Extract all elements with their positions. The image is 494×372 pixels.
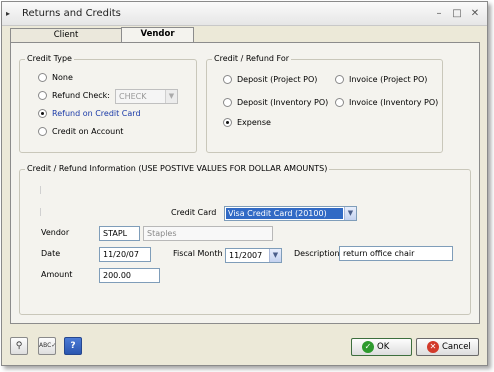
- credit-card-value: Visa Credit Card (20100): [226, 208, 343, 219]
- help-icon[interactable]: ?: [64, 337, 82, 355]
- chevron-down-icon: ▼: [269, 249, 281, 262]
- cancel-button-label: Cancel: [442, 342, 471, 352]
- radio-deposit-inventory-po[interactable]: [223, 98, 232, 107]
- radio-refund-check-label: Refund Check:: [52, 91, 111, 100]
- vendor-code-input[interactable]: STAPL: [99, 226, 140, 241]
- refund-info-group: [19, 169, 471, 315]
- returns-credits-window: ▸ Returns and Credits – □ ✕ Client Vendo…: [1, 1, 488, 366]
- refund-info-title: Credit / Refund Information (USE POSTIVE…: [25, 164, 330, 173]
- chevron-down-icon: ▼: [165, 90, 177, 103]
- divider: [40, 186, 41, 194]
- fiscal-month-combo[interactable]: 11/2007 ▼: [225, 248, 282, 263]
- close-button[interactable]: ✕: [468, 7, 482, 20]
- radio-deposit-project-po-label: Deposit (Project PO): [237, 75, 318, 84]
- title-bar: ▸ Returns and Credits – □ ✕: [2, 2, 487, 26]
- vendor-label: Vendor: [41, 228, 70, 237]
- fiscal-month-value: 11/2007: [229, 251, 263, 260]
- radio-expense[interactable]: [223, 118, 232, 127]
- description-input[interactable]: return office chair: [339, 246, 453, 261]
- fiscal-month-label: Fiscal Month: [173, 249, 223, 258]
- check-combo[interactable]: CHECK ▼: [115, 89, 178, 104]
- radio-expense-label: Expense: [237, 118, 271, 127]
- radio-credit-on-account-label: Credit on Account: [52, 127, 124, 136]
- chevron-down-icon: ▼: [344, 207, 356, 220]
- description-label: Description: [294, 249, 340, 258]
- window-title: Returns and Credits: [22, 8, 121, 19]
- date-input[interactable]: 11/20/07: [99, 247, 151, 262]
- amount-input[interactable]: 200.00: [99, 268, 160, 283]
- check-circle-icon: ✓: [362, 341, 374, 353]
- radio-invoice-project-po-label: Invoice (Project PO): [349, 75, 428, 84]
- credit-card-combo[interactable]: Visa Credit Card (20100) ▼: [224, 206, 357, 221]
- radio-invoice-project-po[interactable]: [335, 75, 344, 84]
- cancel-button[interactable]: ✕ Cancel: [416, 338, 479, 356]
- spell-check-icon[interactable]: ABC✓: [38, 337, 56, 355]
- divider: [40, 208, 41, 216]
- radio-invoice-inventory-po-label: Invoice (Inventory PO): [349, 98, 439, 107]
- radio-deposit-project-po[interactable]: [223, 75, 232, 84]
- radio-refund-check[interactable]: [38, 91, 47, 100]
- tab-vendor[interactable]: Vendor: [121, 27, 194, 43]
- radio-deposit-inventory-po-label: Deposit (Inventory PO): [237, 98, 329, 107]
- amount-label: Amount: [41, 270, 73, 279]
- refund-for-title: Credit / Refund For: [212, 54, 292, 63]
- credit-type-title: Credit Type: [25, 54, 74, 63]
- date-label: Date: [41, 249, 61, 258]
- maximize-button[interactable]: □: [450, 7, 464, 20]
- radio-refund-credit-card-label: Refund on Credit Card: [52, 109, 141, 118]
- check-combo-value: CHECK: [119, 92, 147, 101]
- radio-invoice-inventory-po[interactable]: [335, 98, 344, 107]
- radio-credit-on-account[interactable]: [38, 127, 47, 136]
- minimize-button[interactable]: –: [432, 7, 446, 20]
- tab-client[interactable]: Client: [10, 28, 122, 42]
- vendor-name-field: Staples: [143, 226, 273, 241]
- radio-refund-credit-card[interactable]: [38, 109, 47, 118]
- cancel-circle-icon: ✕: [427, 341, 439, 353]
- radio-none[interactable]: [38, 73, 47, 82]
- key-icon[interactable]: ⚲: [10, 337, 28, 355]
- credit-card-label: Credit Card: [171, 208, 217, 217]
- radio-none-label: None: [52, 73, 73, 82]
- ok-button[interactable]: ✓ OK: [351, 338, 412, 356]
- vendor-tab-panel: Credit Type None Refund Check: CHECK ▼ R…: [10, 42, 480, 324]
- app-icon: ▸: [6, 9, 11, 18]
- ok-button-label: OK: [377, 342, 390, 352]
- credit-type-group: [19, 59, 197, 153]
